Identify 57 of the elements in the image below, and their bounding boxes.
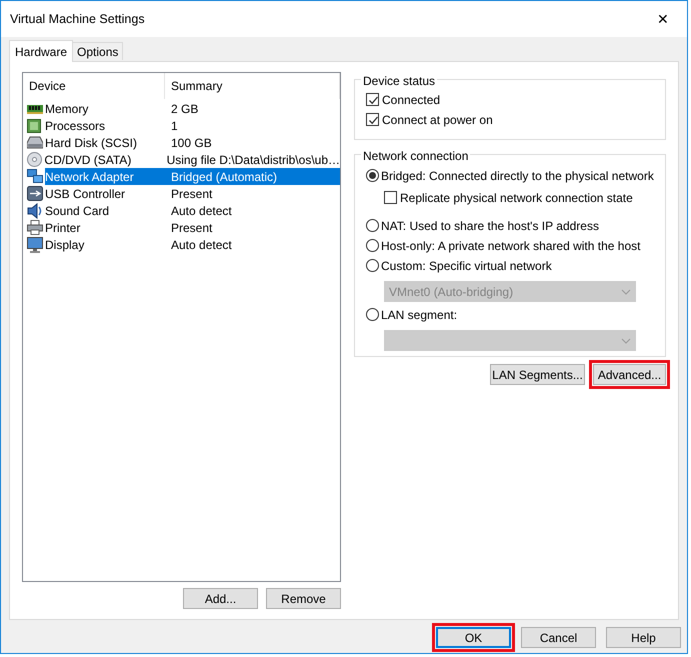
button[interactable]: LAN Segments... xyxy=(490,364,585,385)
button[interactable]: Advanced... xyxy=(593,364,666,385)
table-cell[interactable]: 100 GB xyxy=(165,134,340,151)
radio-button[interactable] xyxy=(366,219,379,232)
checkbox-label[interactable]: Replicate physical network connection state xyxy=(400,188,633,206)
window-title: Virtual Machine Settings xyxy=(10,10,145,28)
memory-icon xyxy=(27,104,43,114)
network-icon xyxy=(27,169,43,184)
column-header[interactable]: Device xyxy=(23,73,165,99)
table-cell[interactable]: Sound Card xyxy=(45,202,165,219)
table-cell[interactable]: Processors xyxy=(45,117,165,134)
tab[interactable]: Options xyxy=(72,42,124,60)
table-cell[interactable]: Bridged (Automatic) xyxy=(165,168,340,185)
checkbox-label[interactable]: Connected xyxy=(382,90,440,108)
radio-label[interactable]: Bridged: Connected directly to the physical network xyxy=(381,166,654,184)
table-cell[interactable]: USB Controller xyxy=(45,185,165,202)
column-header[interactable]: Summary xyxy=(165,73,340,99)
table-cell[interactable]: Present xyxy=(165,219,340,236)
button[interactable]: Help xyxy=(606,627,681,648)
radio-button[interactable] xyxy=(366,169,379,182)
checkbox[interactable] xyxy=(366,93,379,106)
checkbox-label[interactable]: Connect at power on xyxy=(382,110,493,128)
table-cell[interactable]: CD/DVD (SATA) xyxy=(44,151,161,168)
radio-label[interactable]: Host-only: A private network shared with the host xyxy=(381,236,640,254)
table-cell[interactable]: Printer xyxy=(45,219,165,236)
checkbox[interactable] xyxy=(384,191,397,204)
table-cell[interactable]: Display xyxy=(45,236,165,253)
radio-label[interactable]: Custom: Specific virtual network xyxy=(381,256,552,274)
chevron-down-icon xyxy=(621,338,631,344)
button[interactable]: Cancel xyxy=(521,627,596,648)
usb-icon xyxy=(27,186,43,201)
table-cell[interactable]: Using file D:\Data\distrib\os\ub… xyxy=(160,151,340,168)
table-cell[interactable]: Auto detect xyxy=(165,202,340,219)
table-cell[interactable]: Memory xyxy=(45,100,165,117)
button[interactable]: Remove xyxy=(266,588,341,609)
radio-button[interactable] xyxy=(366,259,379,272)
table-cell[interactable]: Hard Disk (SCSI) xyxy=(45,134,165,151)
table-cell[interactable]: Present xyxy=(165,185,340,202)
table-cell[interactable]: Network Adapter xyxy=(45,168,165,185)
tab[interactable]: Hardware xyxy=(9,40,74,62)
radio-label[interactable]: NAT: Used to share the host's IP address xyxy=(381,216,599,234)
table-cell[interactable]: Auto detect xyxy=(165,236,340,253)
button[interactable]: OK xyxy=(436,627,511,648)
printer-icon xyxy=(27,220,43,235)
radio-button[interactable] xyxy=(366,239,379,252)
disc-icon xyxy=(27,152,42,167)
table-cell[interactable]: 1 xyxy=(165,117,340,134)
chip-icon xyxy=(27,118,41,132)
button[interactable]: Add... xyxy=(183,588,258,609)
table-cell[interactable]: 2 GB xyxy=(165,100,340,117)
radio-button[interactable] xyxy=(366,308,379,321)
chevron-down-icon xyxy=(621,288,631,294)
close-button[interactable]: ✕ xyxy=(643,4,683,34)
speaker-icon xyxy=(27,202,43,218)
checkbox[interactable] xyxy=(366,113,379,126)
radio-label[interactable]: LAN segment: xyxy=(381,306,458,324)
monitor-icon xyxy=(27,236,43,252)
